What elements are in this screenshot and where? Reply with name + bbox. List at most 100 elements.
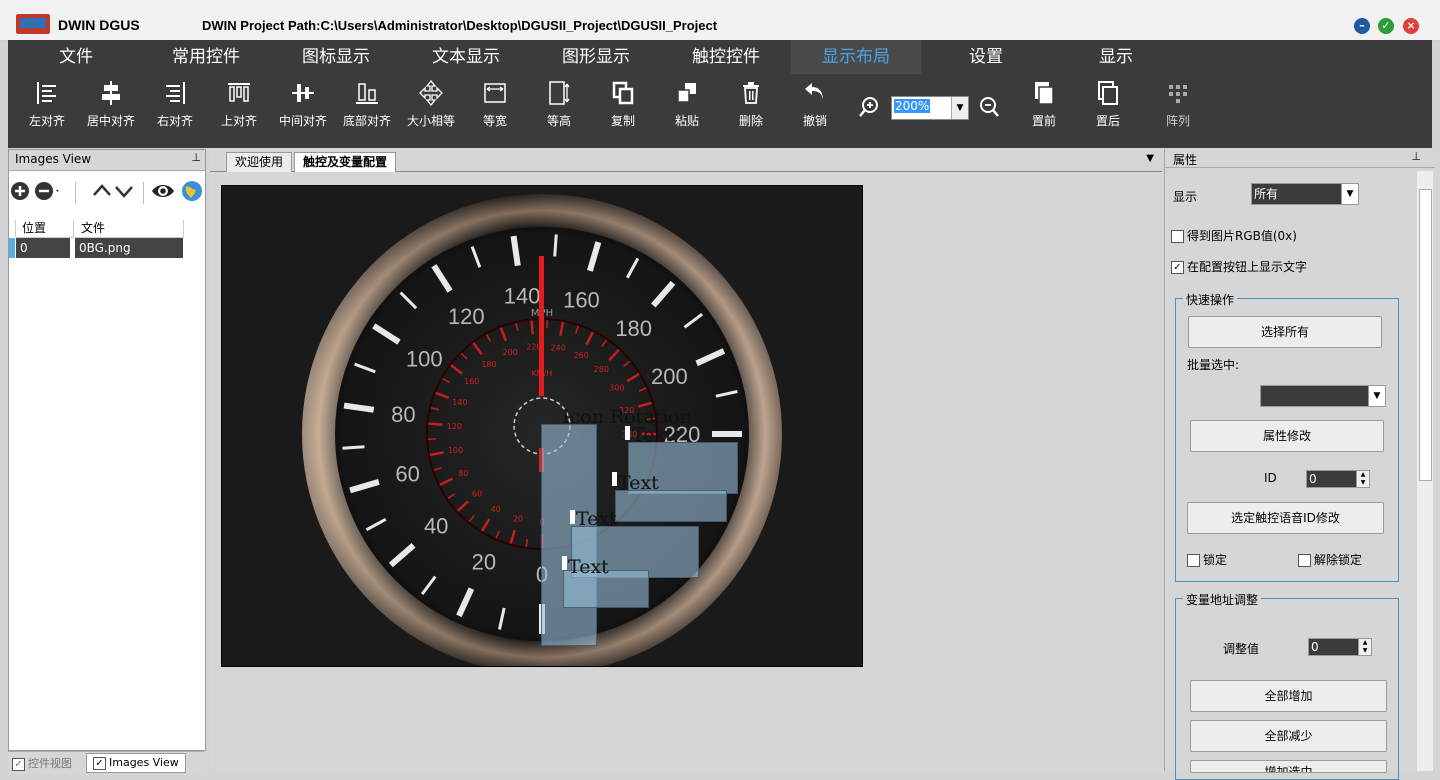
align-center-button[interactable]: 居中对齐 <box>79 74 143 148</box>
properties-panel: 属性 ⊥ 显示 所有 ▼ 得到图片RGB值(0x) ✓ 在配置按钮上显示文字 快速… <box>1164 149 1435 780</box>
properties-scrollbar[interactable] <box>1417 171 1433 771</box>
mph-label: 160 <box>563 288 600 313</box>
same-height-icon <box>549 81 570 105</box>
show-text-checkbox[interactable]: ✓ 在配置按钮上显示文字 <box>1171 258 1307 275</box>
batch-select[interactable]: ▼ <box>1260 385 1386 407</box>
undo-icon <box>805 83 823 100</box>
toolbar-divider <box>143 182 144 204</box>
attr-modify-button[interactable]: 属性修改 <box>1190 420 1384 452</box>
kmh-label: 60 <box>472 489 482 498</box>
tab-touch-variable-config[interactable]: 触控及变量配置 <box>294 152 397 172</box>
zoom-in-icon[interactable] <box>858 96 880 118</box>
grid-dots-icon <box>1169 85 1187 103</box>
column-header-file[interactable]: 文件 <box>75 220 184 238</box>
menu-icon-display[interactable]: 图标显示 <box>271 40 401 74</box>
eye-icon[interactable] <box>151 180 174 202</box>
align-middle-button[interactable]: 中间对齐 <box>271 74 335 148</box>
paste-button[interactable]: 粘贴 <box>655 74 719 148</box>
delete-button[interactable]: 删除 <box>719 74 783 148</box>
column-header-position[interactable]: 位置 <box>16 220 74 238</box>
tab-controls-view[interactable]: ✓ 控件视图 <box>12 755 72 771</box>
dwin-logo <box>16 14 50 34</box>
align-middle-label: 中间对齐 <box>278 114 327 128</box>
page-canvas[interactable]: 020406080100120140160180200220 020406080… <box>221 185 863 667</box>
left-panel-tabs: ✓ 控件视图 ✓ Images View <box>8 751 204 774</box>
trash-icon <box>743 82 759 104</box>
same-size-button[interactable]: 大小相等 <box>399 74 463 148</box>
same-width-button[interactable]: 等宽 <box>463 74 527 148</box>
adjust-spinbox[interactable]: 0 ▲ ▼ <box>1308 638 1372 656</box>
table-cell-file[interactable]: 0BG.png <box>75 238 183 258</box>
images-view-header: Images View ⊥ <box>9 150 205 171</box>
lock-label: 锁定 <box>1203 553 1228 567</box>
voice-id-modify-button[interactable]: 选定触控语音ID修改 <box>1187 502 1384 534</box>
menu-display[interactable]: 显示 <box>1051 40 1181 74</box>
menu-settings[interactable]: 设置 <box>921 40 1051 74</box>
select-all-button[interactable]: 选择所有 <box>1188 316 1382 348</box>
move-up-icon[interactable] <box>91 180 113 202</box>
control-marker <box>612 472 617 486</box>
show-text-checkbox-label: 在配置按钮上显示文字 <box>1187 260 1308 274</box>
kmh-tick <box>530 320 535 335</box>
kmh-label: 260 <box>574 351 589 360</box>
maximize-button[interactable]: ✓ <box>1378 18 1394 34</box>
kmh-label: 40 <box>491 505 501 514</box>
send-back-button[interactable]: 置后 <box>1076 74 1140 148</box>
undo-label: 撤销 <box>802 114 827 128</box>
zoom-select[interactable]: 200% ▼ <box>891 96 969 120</box>
design-area: 欢迎使用 触控及变量配置 ▼ 20 40 60 80 100 120 140 1… <box>210 149 1162 771</box>
text-control[interactable] <box>615 490 727 522</box>
add-image-icon[interactable] <box>9 180 31 202</box>
globe-icon[interactable] <box>181 180 203 202</box>
spin-arrows-icon[interactable]: ▲ ▼ <box>1356 471 1369 487</box>
undo-button[interactable]: 撤销 <box>783 74 847 148</box>
array-button[interactable]: 阵列 <box>1146 74 1210 148</box>
pin-icon[interactable]: ⊥ <box>1411 150 1421 163</box>
scrollbar-thumb[interactable] <box>1419 189 1432 481</box>
kmh-label: 180 <box>481 360 496 369</box>
align-top-button[interactable]: 上对齐 <box>207 74 271 148</box>
zoom-out-icon[interactable] <box>978 96 1000 118</box>
same-height-button[interactable]: 等高 <box>527 74 591 148</box>
increase-all-button[interactable]: 全部增加 <box>1190 680 1387 712</box>
spin-arrows-icon[interactable]: ▲ ▼ <box>1358 639 1371 655</box>
display-select[interactable]: 所有 ▼ <box>1251 183 1359 205</box>
copy-button[interactable]: 复制 <box>591 74 655 148</box>
checkbox-icon <box>1187 554 1200 567</box>
unlock-label: 解除锁定 <box>1314 553 1363 567</box>
increase-selected-button[interactable]: 增加选中 <box>1190 760 1387 773</box>
checkbox-checked-icon: ✓ <box>1171 261 1184 274</box>
menu-graphic-display[interactable]: 图形显示 <box>531 40 661 74</box>
decrease-all-button[interactable]: 全部减少 <box>1190 720 1387 752</box>
menu-display-layout[interactable]: 显示布局 <box>791 40 921 74</box>
tab-images-view[interactable]: ✓ Images View <box>86 753 186 773</box>
id-spinbox[interactable]: 0 ▲ ▼ <box>1306 470 1370 488</box>
tab-welcome[interactable]: 欢迎使用 <box>226 152 293 172</box>
text-label: Text <box>618 472 659 494</box>
close-button[interactable]: × <box>1403 18 1419 34</box>
bring-front-button[interactable]: 置前 <box>1012 74 1076 148</box>
row-selector[interactable] <box>9 238 15 258</box>
menu-common-controls[interactable]: 常用控件 <box>141 40 271 74</box>
kmh-label: 80 <box>458 469 468 478</box>
bring-front-icon <box>1035 82 1054 105</box>
remove-image-icon[interactable] <box>33 180 59 202</box>
align-left-button[interactable]: 左对齐 <box>15 74 79 148</box>
minimize-button[interactable]: – <box>1354 18 1370 34</box>
batch-select-label: 批量选中: <box>1187 358 1240 372</box>
tab-list-dropdown-icon[interactable]: ▼ <box>1146 153 1154 164</box>
table-cell-position[interactable]: 0 <box>16 238 70 258</box>
unlock-checkbox[interactable]: 解除锁定 <box>1298 551 1362 568</box>
align-bottom-button[interactable]: 底部对齐 <box>335 74 399 148</box>
lock-checkbox[interactable]: 锁定 <box>1187 551 1227 568</box>
menu-file[interactable]: 文件 <box>11 40 141 74</box>
align-right-button[interactable]: 右对齐 <box>143 74 207 148</box>
move-down-icon[interactable] <box>113 180 135 202</box>
control-marker <box>562 556 567 570</box>
chevron-down-icon[interactable]: ▼ <box>951 97 968 119</box>
pin-icon[interactable]: ⊥ <box>191 151 201 164</box>
id-label: ID <box>1264 471 1277 485</box>
rgb-checkbox[interactable]: 得到图片RGB值(0x) <box>1171 227 1297 244</box>
menu-touch-controls[interactable]: 触控控件 <box>661 40 791 74</box>
menu-text-display[interactable]: 文本显示 <box>401 40 531 74</box>
